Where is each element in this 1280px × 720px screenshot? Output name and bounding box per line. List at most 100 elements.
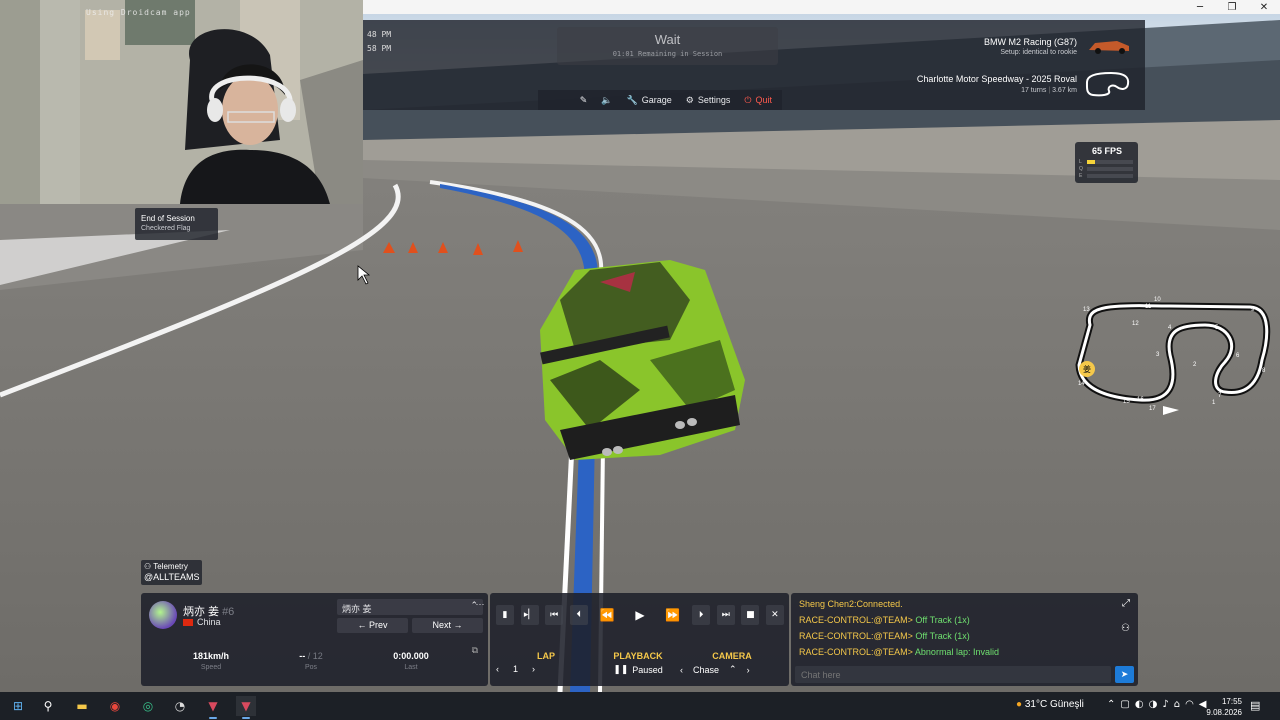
- track-map-driver-marker: 姜: [1083, 364, 1091, 374]
- telemetry-box[interactable]: ⚇ Telemetry @ALLTEAMS: [141, 560, 202, 585]
- driver-selector[interactable]: 炳亦 姜 ⌃ ···: [337, 599, 485, 615]
- driver-panel: 炳亦 姜 #6 China 炳亦 姜 ⌃ ··· ← Prev Next → 18…: [141, 593, 488, 686]
- previous-frame-icon[interactable]: ⏴: [569, 605, 588, 625]
- iracing-icon[interactable]: ▼: [203, 696, 223, 719]
- lap-next-icon[interactable]: ›: [532, 664, 535, 674]
- settings-button[interactable]: ⚙ Settings: [686, 95, 731, 106]
- play-icon[interactable]: ▶: [627, 605, 653, 625]
- camera-icon[interactable]: ■: [741, 605, 760, 625]
- playback-value: Paused: [632, 664, 663, 675]
- camera-label: CAMERA: [712, 651, 752, 661]
- minimize-icon[interactable]: ─: [1184, 0, 1216, 14]
- last-lap-stat: 0:00.000 Last: [361, 651, 461, 671]
- chat-panel: Sheng Chen2:Connected. RACE-CONTROL:@TEA…: [791, 593, 1138, 686]
- turn-label-15: 15: [1123, 399, 1130, 405]
- position-stat: -- / 12 Pos: [261, 651, 361, 671]
- chat-line: Sheng Chen2:Connected.: [799, 599, 903, 609]
- speaker-icon[interactable]: 🔈: [601, 95, 612, 106]
- webcam-image: [0, 0, 363, 204]
- skip-to-end-icon[interactable]: ⏭: [716, 605, 735, 625]
- speed-label: Speed: [200, 664, 222, 671]
- telemetry-icon: ⚇: [144, 562, 154, 571]
- fps-row-label-1: L: [1079, 159, 1082, 165]
- webcam-label: Using Droidcam app: [86, 8, 191, 17]
- tray-app-icon[interactable]: ◑: [1149, 699, 1163, 710]
- webcam-overlay: Using Droidcam app: [0, 0, 363, 204]
- clock[interactable]: 17:55 9.08.2026: [1196, 696, 1242, 718]
- fps-row-label-2: Q: [1079, 166, 1083, 172]
- turn-label-17: 17: [1149, 406, 1156, 412]
- session-state-box: End of Session Checkered Flag: [135, 208, 218, 240]
- fast-forward-icon[interactable]: ⏩: [660, 605, 686, 625]
- lap-value: 1: [513, 664, 519, 674]
- lap-prev-icon[interactable]: ‹: [496, 664, 499, 674]
- rewind-icon[interactable]: ⏪: [594, 605, 620, 625]
- chat-input[interactable]: [795, 666, 1111, 683]
- clock-time: 17:55: [1221, 697, 1242, 706]
- skip-to-start-icon[interactable]: ⏮: [545, 605, 564, 625]
- session-state-subtitle: Checkered Flag: [141, 225, 191, 232]
- car-info: BMW M2 Racing (G87) Setup: identical to …: [984, 37, 1077, 56]
- playback-panel: ▮ ▸▏ ⏮ ⏴ ⏪ ▶ ⏩ ⏵ ⏭ ■ ✕ LAP ‹ 1 › PLAYBAC…: [490, 593, 789, 686]
- window-caption-buttons: ─ ❐ ✕: [1100, 0, 1280, 14]
- edit-icon[interactable]: ✎: [580, 95, 588, 106]
- prev-driver-button[interactable]: ← Prev: [337, 618, 408, 633]
- car-thumbnail-icon: [1089, 41, 1129, 54]
- microphone-icon[interactable]: ♪: [1162, 699, 1173, 710]
- speed-value: 181km/h: [192, 651, 230, 661]
- send-button[interactable]: ➤: [1115, 666, 1134, 683]
- session-actions: ✎ 🔈 🔧 Garage ⚙ Settings ⏻ Quit: [538, 90, 782, 110]
- taskbar: ⊞ ⚲ ▬ ◉ ◎ ◔ ▼ ▼ ● 31°C Güneşli ⌃▢◐◑♪⌂◠◀ …: [0, 692, 1280, 720]
- driver-country-line: China: [183, 617, 221, 627]
- next-frame-icon[interactable]: ⏵: [692, 605, 711, 625]
- chrome-icon[interactable]: ◉: [105, 696, 125, 716]
- close-icon[interactable]: ✕: [1248, 0, 1280, 14]
- car-setup: Setup: identical to rookie: [1000, 49, 1077, 56]
- turn-label-11: 11: [1145, 304, 1152, 310]
- camera-next-icon[interactable]: ›: [747, 665, 750, 675]
- app-gauge-icon[interactable]: ◔: [170, 696, 190, 716]
- driver-selector-value: 炳亦 姜: [342, 604, 372, 614]
- sun-icon: ●: [1016, 699, 1023, 710]
- copy-icon[interactable]: ⧉: [472, 645, 478, 656]
- wrench-icon: 🔧: [626, 94, 638, 105]
- camera-value: Chase: [693, 664, 720, 675]
- next-driver-button[interactable]: Next →: [412, 618, 483, 633]
- tray-app-icon[interactable]: ▢: [1120, 699, 1134, 710]
- file-explorer-icon[interactable]: ▬: [72, 696, 92, 716]
- restore-icon[interactable]: ❐: [1216, 0, 1248, 14]
- app-green-icon[interactable]: ◎: [138, 696, 158, 716]
- tools-icon[interactable]: ✕: [765, 605, 784, 625]
- session-remaining: 01:01 Remaining in Session: [612, 50, 723, 58]
- garage-button[interactable]: 🔧 Garage: [627, 95, 672, 106]
- track-name: Charlotte Motor Speedway - 2025 Roval: [916, 74, 1077, 84]
- network-icon[interactable]: ⌂: [1174, 699, 1185, 710]
- chevron-up-icon[interactable]: ⌃: [1107, 699, 1120, 710]
- windows-start-icon[interactable]: ⊞: [8, 696, 28, 716]
- iracing-sim-icon[interactable]: ▼: [236, 696, 256, 719]
- tray-app-icon[interactable]: ◐: [1135, 699, 1149, 710]
- users-icon[interactable]: ⚇: [1121, 623, 1130, 634]
- session-status-box: Wait 01:01 Remaining in Session: [557, 27, 778, 65]
- lap-label: LAP: [537, 651, 555, 661]
- search-icon[interactable]: ⚲: [38, 696, 58, 716]
- quit-label: Quit: [755, 95, 772, 105]
- driver-country: China: [197, 617, 221, 627]
- clock-date: 9.08.2026: [1206, 708, 1242, 717]
- chat-line: RACE-CONTROL:@TEAM> Off Track (1x): [799, 615, 970, 625]
- playback-label: PLAYBACK: [613, 651, 663, 661]
- chat-line: RACE-CONTROL:@TEAM> Abnormal lap: Invali…: [799, 647, 999, 657]
- record-icon[interactable]: ▮: [496, 605, 514, 625]
- step-forward-icon[interactable]: ▸▏: [520, 605, 539, 625]
- more-icon[interactable]: ···: [473, 599, 487, 615]
- notification-icon[interactable]: ▤: [1250, 699, 1260, 712]
- driver-number: #6: [222, 606, 235, 618]
- camera-chevron-up-icon[interactable]: ⌃: [729, 664, 737, 675]
- camera-prev-icon[interactable]: ‹: [680, 665, 683, 675]
- quit-button[interactable]: ⏻ Quit: [744, 95, 772, 106]
- track-length: 3.67 km: [1052, 87, 1077, 94]
- turn-label-13: 13: [1083, 307, 1090, 313]
- position-total: / 12: [307, 651, 323, 661]
- weather-widget[interactable]: ● 31°C Güneşli: [1016, 699, 1084, 710]
- expand-icon[interactable]: ⤢: [1122, 598, 1130, 609]
